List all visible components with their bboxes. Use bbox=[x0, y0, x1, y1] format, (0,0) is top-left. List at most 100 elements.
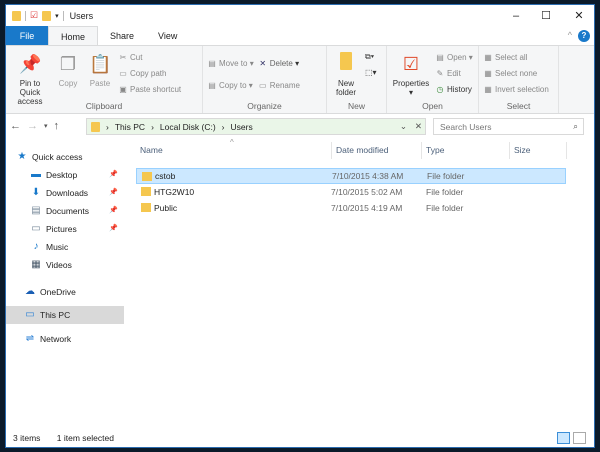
file-row[interactable]: Public 7/10/2015 4:19 AM File folder bbox=[136, 200, 566, 216]
open-group: ☑ Properties ▾ ▤ Open ▾ ✎ Edit ◷ History Open bbox=[387, 46, 479, 113]
minimize-button[interactable]: – bbox=[501, 7, 531, 25]
recent-locations-button[interactable]: ▾ bbox=[44, 122, 48, 130]
nav-onedrive[interactable]: ☁ OneDrive bbox=[6, 283, 124, 301]
copy-path-button[interactable]: ▭ Copy path bbox=[118, 67, 181, 80]
folder-icon bbox=[12, 10, 21, 21]
folder-icon bbox=[142, 172, 152, 181]
copy-to-button[interactable]: ▤ Copy to ▾ bbox=[207, 79, 254, 92]
move-icon: ▤ bbox=[208, 59, 216, 68]
download-icon: ⬇ bbox=[31, 187, 41, 198]
back-button[interactable]: ← bbox=[10, 120, 21, 132]
column-header-date-modified[interactable]: Date modified bbox=[332, 142, 422, 159]
nav-pictures[interactable]: ▭ Pictures 📌 bbox=[6, 220, 124, 238]
title-bar: ☑ ▾ Users – ☐ ✕ bbox=[6, 5, 594, 26]
computer-icon: ▭ bbox=[25, 309, 35, 320]
nav-desktop[interactable]: ▬ Desktop 📌 bbox=[6, 166, 124, 184]
copy-to-icon: ▤ bbox=[208, 81, 216, 90]
nav-network[interactable]: ⇌ Network bbox=[6, 330, 124, 348]
clipboard-label: Clipboard bbox=[85, 101, 123, 111]
network-icon: ⇌ bbox=[25, 333, 35, 344]
address-bar-row: ← → ▾ ↑ › This PC › Local Disk (C:) › Users… bbox=[6, 114, 594, 138]
navigation-pane: ★ Quick access ▬ Desktop 📌 ⬇ Downloads 📌 ▤ Doc… bbox=[6, 142, 124, 427]
move-to-button[interactable]: ▤ Move to ▾ bbox=[207, 57, 254, 70]
ribbon-tabs: File Home Share View ^ ? bbox=[6, 26, 594, 46]
paste-shortcut-button[interactable]: ▣ Paste shortcut bbox=[118, 83, 181, 96]
search-input[interactable]: Search Users ⌕ bbox=[433, 118, 584, 135]
new-group: New folder ⧉▾ ⬚▾ New bbox=[327, 46, 387, 113]
delete-x-icon: ✕ bbox=[259, 59, 267, 68]
tab-home[interactable]: Home bbox=[48, 26, 99, 45]
rename-button[interactable]: ▭ Rename bbox=[258, 79, 300, 92]
window-title: Users bbox=[69, 10, 94, 21]
file-row[interactable]: HTG2W10 7/10/2015 5:02 AM File folder bbox=[136, 184, 566, 200]
address-bar[interactable]: › This PC › Local Disk (C:) › Users ⌄ ✕ bbox=[86, 118, 426, 135]
document-icon: ▤ bbox=[31, 205, 41, 216]
invert-selection-icon: ▦ bbox=[484, 85, 492, 94]
easy-access-button[interactable]: ⬚▾ bbox=[365, 66, 377, 79]
new-label: New bbox=[347, 101, 365, 111]
folder-icon bbox=[141, 187, 151, 196]
history-icon: ◷ bbox=[436, 85, 444, 94]
column-header-name[interactable]: Name bbox=[136, 142, 332, 159]
new-folder-icon bbox=[335, 52, 357, 76]
open-icon: ▤ bbox=[436, 53, 444, 62]
pin-icon: 📌 bbox=[109, 189, 118, 196]
nav-documents[interactable]: ▤ Documents 📌 bbox=[6, 202, 124, 220]
new-item-button[interactable]: ⧉▾ bbox=[365, 50, 377, 63]
details-view-button[interactable] bbox=[557, 432, 570, 444]
select-all-button[interactable]: ▦ Select all bbox=[483, 51, 549, 64]
nav-music[interactable]: ♪ Music bbox=[6, 238, 124, 256]
pictures-icon: ▭ bbox=[31, 223, 41, 234]
status-bar: 3 items 1 item selected bbox=[6, 429, 594, 447]
paste-shortcut-icon: ▣ bbox=[119, 85, 127, 94]
delete-button[interactable]: ✕ Delete ▾ bbox=[258, 57, 300, 70]
pin-icon: 📌 bbox=[109, 171, 118, 178]
up-button[interactable]: ↑ bbox=[54, 120, 60, 132]
breadcrumb-users[interactable]: Users bbox=[231, 122, 253, 132]
collapse-ribbon-icon[interactable]: ^ bbox=[568, 30, 572, 40]
properties-qat-icon[interactable]: ☑ bbox=[30, 10, 38, 21]
forward-button[interactable]: → bbox=[27, 120, 38, 132]
file-row[interactable]: cstob 7/10/2015 4:38 AM File folder bbox=[136, 168, 566, 184]
music-icon: ♪ bbox=[33, 241, 39, 252]
column-header-type[interactable]: Type bbox=[422, 142, 510, 159]
close-button[interactable]: ✕ bbox=[564, 7, 594, 25]
tab-view[interactable]: View bbox=[146, 26, 189, 45]
breadcrumb-local-disk[interactable]: Local Disk (C:) bbox=[160, 122, 216, 132]
address-dropdown-icon[interactable]: ⌄ bbox=[400, 121, 407, 132]
clipboard-group: 📌 Pin to Quick access ❐ Copy 📋 Paste ✂ Cut ▭… bbox=[6, 46, 203, 113]
tab-file[interactable]: File bbox=[6, 26, 48, 45]
breadcrumb-this-pc[interactable]: This PC bbox=[115, 122, 145, 132]
open-button[interactable]: ▤ Open ▾ bbox=[435, 51, 473, 64]
history-button[interactable]: ◷ History bbox=[435, 83, 473, 96]
open-label: Open bbox=[422, 101, 443, 111]
maximize-button[interactable]: ☐ bbox=[531, 7, 561, 25]
copy-path-icon: ▭ bbox=[119, 69, 127, 78]
qat-dropdown-icon[interactable]: ▾ bbox=[55, 12, 59, 20]
cut-button[interactable]: ✂ Cut bbox=[118, 51, 181, 64]
clear-address-icon[interactable]: ✕ bbox=[415, 121, 422, 132]
edit-button[interactable]: ✎ Edit bbox=[435, 67, 473, 80]
nav-downloads[interactable]: ⬇ Downloads 📌 bbox=[6, 184, 124, 202]
properties-icon: ☑ bbox=[402, 54, 420, 74]
select-label: Select bbox=[506, 101, 531, 111]
ribbon: 📌 Pin to Quick access ❐ Copy 📋 Paste ✂ Cut ▭… bbox=[6, 46, 594, 114]
pin-icon: 📌 bbox=[109, 225, 118, 232]
folder-icon bbox=[141, 203, 151, 212]
tab-share[interactable]: Share bbox=[98, 26, 146, 45]
select-none-icon: ▦ bbox=[484, 69, 492, 78]
large-icons-view-button[interactable] bbox=[573, 432, 586, 444]
nav-this-pc[interactable]: ▭ This PC bbox=[6, 306, 124, 324]
column-header-size[interactable]: Size bbox=[510, 142, 567, 159]
select-all-icon: ▦ bbox=[484, 53, 492, 62]
invert-selection-button[interactable]: ▦ Invert selection bbox=[483, 83, 549, 96]
new-folder-qat-icon[interactable] bbox=[42, 10, 52, 21]
cloud-icon: ☁ bbox=[25, 286, 35, 297]
clipboard-icon: 📋 bbox=[89, 54, 112, 74]
select-none-button[interactable]: ▦ Select none bbox=[483, 67, 549, 80]
edit-icon: ✎ bbox=[436, 69, 444, 78]
nav-quick-access[interactable]: ★ Quick access bbox=[6, 148, 124, 166]
nav-videos[interactable]: ▦ Videos bbox=[6, 256, 124, 274]
help-icon[interactable]: ? bbox=[578, 30, 590, 42]
scissors-icon: ✂ bbox=[119, 53, 127, 62]
